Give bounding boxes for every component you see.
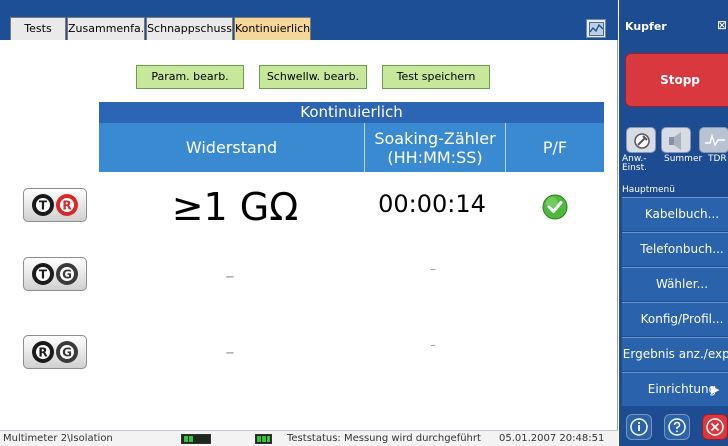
tab-schnappschuss[interactable]: Schnappschuss [146,17,233,40]
soaking-value-rg: – [430,338,436,352]
chevron-right-icon: ▶ [711,383,720,396]
tool-label-settings: Anw.- Einst. [622,154,647,173]
soaking-header-line2: (HH:MM:SS) [387,147,483,167]
soaking-value-tr: 00:00:14 [378,190,486,218]
summer-button[interactable] [661,127,691,153]
tip-t-icon: T [32,194,54,216]
main-menu-heading: Hauptmenü [622,185,675,195]
svg-text:T: T [39,199,48,213]
soaking-header-line1: Soaking-Zähler [374,128,496,148]
tab-tests[interactable]: Tests [10,17,66,40]
main-panel: Tests Zusammenfa. Schnappschuss Kontinui… [0,0,618,446]
scope-icon [589,22,604,36]
svg-text:R: R [62,199,71,213]
soaking-value-tg: – [430,262,436,276]
edit-thresholds-button[interactable]: Schwellw. bearb. [259,65,367,89]
status-path: Multimeter 2\Isolation [3,433,113,444]
table-title: Kontinuierlich [99,102,604,123]
menu-einrichtung[interactable]: Einrichtung ▶ [622,372,728,406]
tool-label-tdr: TDR [708,154,727,164]
signal-bar-right [255,434,272,444]
ground-g-icon: G [56,341,78,363]
pass-check-icon [542,194,568,224]
tip-t-icon: T [32,263,54,285]
help-icon [668,418,686,436]
svg-text:R: R [38,346,47,360]
tdr-button[interactable] [699,127,728,153]
menu-telefonbuch[interactable]: Telefonbuch... [622,232,728,266]
tab-kontinuierlich[interactable]: Kontinuierlich [234,17,311,40]
ring-r-icon: R [32,341,54,363]
side-panel-title: Kupfer [625,20,667,33]
scope-view-button[interactable] [586,19,606,38]
stop-button[interactable]: Stopp [625,53,728,107]
tab-bar: Tests Zusammenfa. Schnappschuss Kontinui… [0,0,618,40]
save-test-button[interactable]: Test speichern [382,65,490,89]
column-header-widerstand: Widerstand [99,123,364,172]
status-bar: Multimeter 2\Isolation Teststatus: Messu… [0,430,618,446]
status-datetime: 05.01.2007 20:48:51 [499,433,605,444]
pair-rg-button[interactable]: R G [23,335,87,369]
speaker-icon [669,132,681,150]
test-status-text: Teststatus: Messung wird durchgeführt [287,433,481,444]
signal-bar-left [181,434,211,444]
tdr-wave-icon [705,133,725,147]
edit-parameters-button[interactable]: Param. bearb. [136,65,244,89]
svg-text:G: G [62,346,72,360]
menu-konfig-profil[interactable]: Konfig/Profil... [622,302,728,336]
side-panel-options-icon[interactable]: ⊠ [717,18,727,32]
app-settings-button[interactable] [626,127,656,153]
info-icon [630,418,648,436]
help-button[interactable] [664,414,690,440]
column-header-soaking: Soaking-Zähler (HH:MM:SS) [365,123,505,172]
tab-zusammenfassung[interactable]: Zusammenfa. [67,17,145,40]
tool-label-summer: Summer [664,154,703,164]
svg-text:T: T [39,268,48,282]
menu-einrichtung-label: Einrichtung [647,382,717,396]
ring-r-icon: R [56,194,78,216]
widerstand-value-rg: – [225,342,235,363]
widerstand-value-tg: – [225,266,235,287]
menu-ergebnis[interactable]: Ergebnis anz./exp... [622,337,728,371]
column-header-pf: P/F [506,123,604,172]
ground-g-icon: G [56,263,78,285]
exit-button[interactable] [702,414,728,440]
menu-kabelbuch[interactable]: Kabelbuch... [622,197,728,231]
wrench-settings-icon [634,133,650,149]
menu-waehler[interactable]: Wähler... [622,267,728,301]
widerstand-value-tr: ≥1 GΩ [171,185,299,229]
side-panel: Kupfer ⊠ Stopp Anw.- Einst. Summer TDR H… [619,0,728,446]
pair-tg-button[interactable]: T G [23,257,87,291]
info-button[interactable] [626,414,652,440]
close-icon [706,418,724,436]
pair-tr-button[interactable]: T R [23,188,87,222]
svg-text:G: G [62,268,72,282]
